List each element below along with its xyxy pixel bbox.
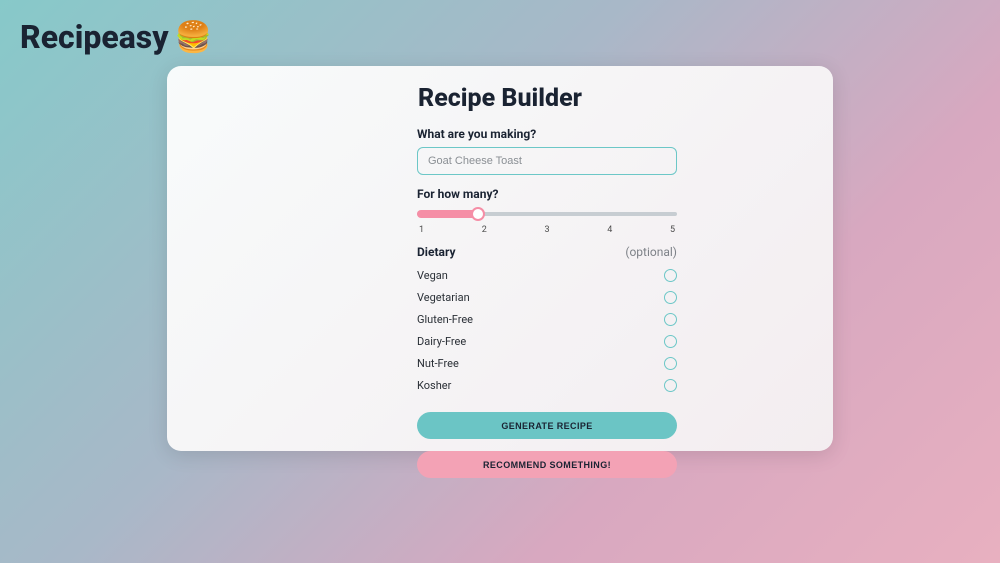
dietary-checkbox-dairy-free[interactable] <box>664 335 677 348</box>
how-many-label: For how many? <box>417 187 677 201</box>
slider-thumb[interactable] <box>471 207 485 221</box>
dietary-label: Dairy-Free <box>417 335 466 348</box>
dietary-label: Nut-Free <box>417 357 459 370</box>
recipe-form: What are you making? For how many? 1 2 3… <box>417 127 677 478</box>
dietary-checkbox-vegan[interactable] <box>664 269 677 282</box>
brand-header: Recipeasy 🍔 <box>20 18 212 56</box>
dietary-header: Dietary (optional) <box>417 245 677 259</box>
dietary-checkbox-kosher[interactable] <box>664 379 677 392</box>
dietary-row-dairy-free: Dairy-Free <box>417 335 677 348</box>
dietary-title: Dietary <box>417 245 455 259</box>
recommend-something-button[interactable]: Recommend something! <box>417 451 677 478</box>
dietary-row-vegetarian: Vegetarian <box>417 291 677 304</box>
dietary-label: Kosher <box>417 379 451 392</box>
dietary-optional: (optional) <box>625 245 677 259</box>
button-area: Generate Recipe Recommend something! <box>417 412 677 478</box>
dietary-checkbox-vegetarian[interactable] <box>664 291 677 304</box>
tick-1: 1 <box>419 225 424 235</box>
tick-5: 5 <box>670 225 675 235</box>
tick-3: 3 <box>544 225 549 235</box>
making-input[interactable] <box>417 147 677 175</box>
slider-fill <box>417 210 477 218</box>
making-label: What are you making? <box>417 127 677 141</box>
recipe-builder-card: Recipe Builder What are you making? For … <box>167 66 833 451</box>
dietary-label: Vegan <box>417 269 448 282</box>
tick-2: 2 <box>482 225 487 235</box>
slider-ticks: 1 2 3 4 5 <box>417 225 677 235</box>
dietary-checkbox-nut-free[interactable] <box>664 357 677 370</box>
generate-recipe-button[interactable]: Generate Recipe <box>417 412 677 439</box>
dietary-label: Vegetarian <box>417 291 470 304</box>
tick-4: 4 <box>607 225 612 235</box>
dietary-row-gluten-free: Gluten-Free <box>417 313 677 326</box>
dietary-checkbox-gluten-free[interactable] <box>664 313 677 326</box>
dietary-row-kosher: Kosher <box>417 379 677 392</box>
dietary-row-nut-free: Nut-Free <box>417 357 677 370</box>
servings-slider[interactable] <box>417 207 677 221</box>
dietary-row-vegan: Vegan <box>417 269 677 282</box>
dietary-label: Gluten-Free <box>417 313 473 326</box>
brand-name: Recipeasy <box>20 18 169 56</box>
hamburger-icon: 🍔 <box>175 20 212 55</box>
card-title: Recipe Builder <box>207 84 793 113</box>
